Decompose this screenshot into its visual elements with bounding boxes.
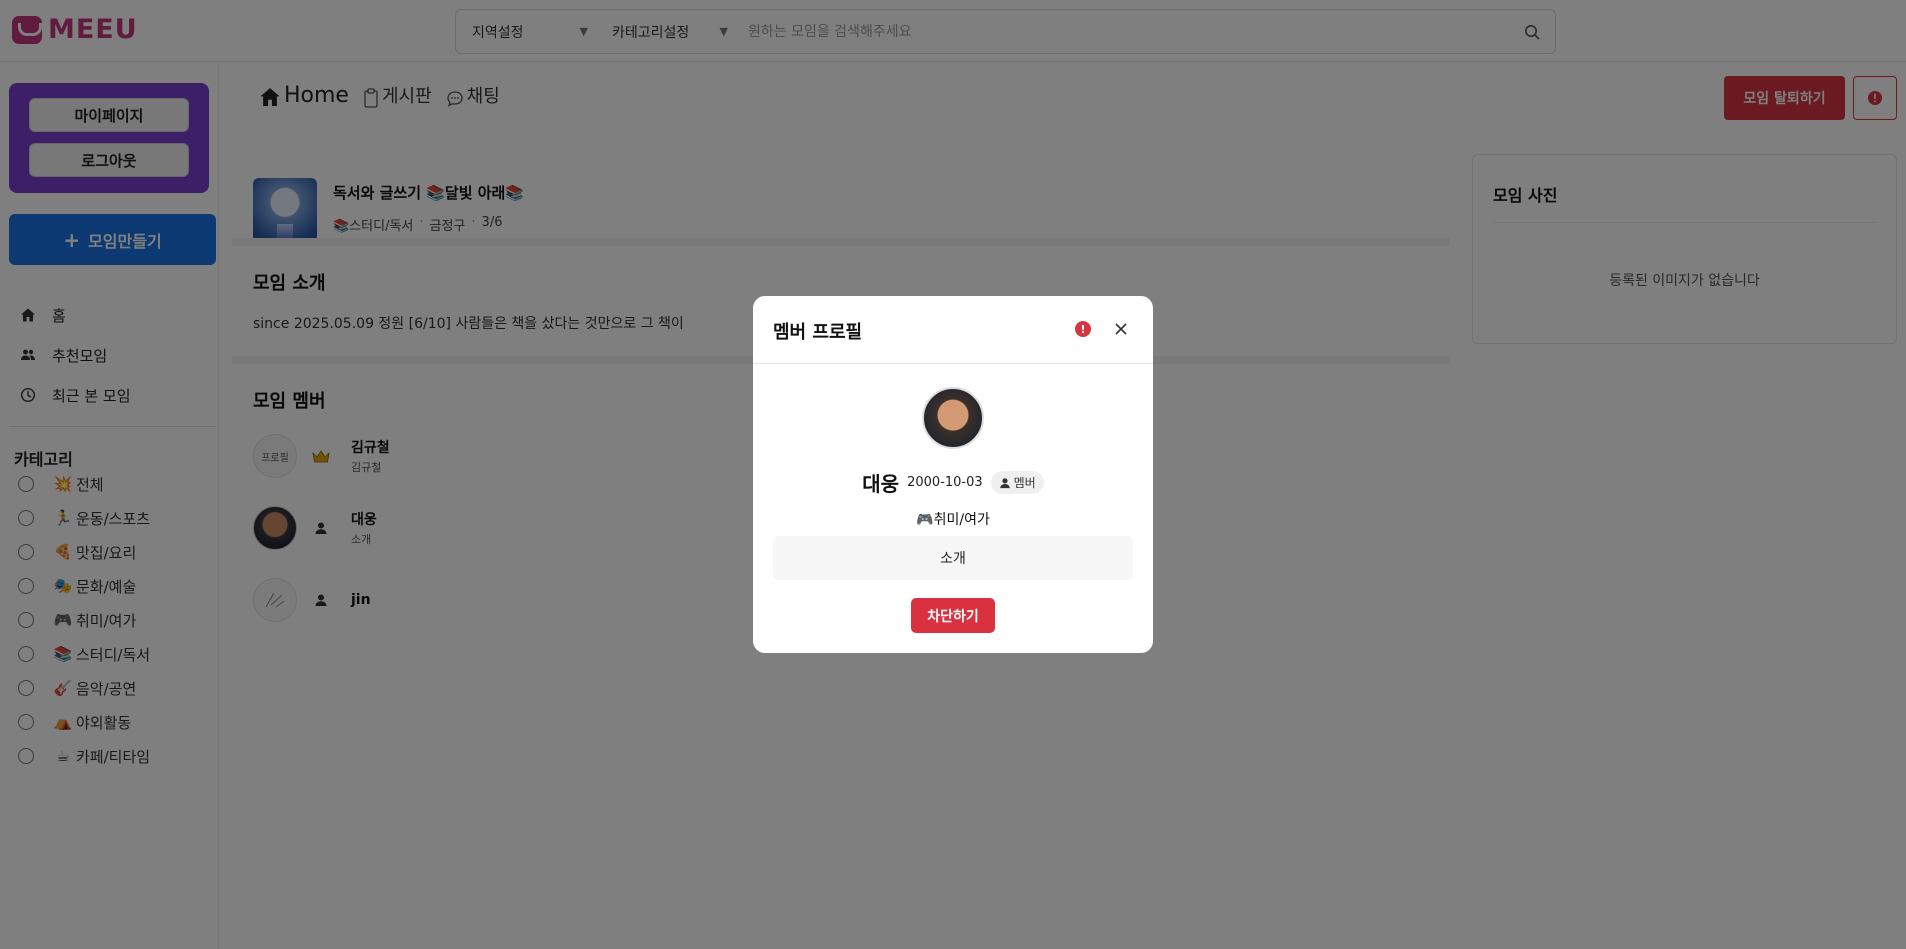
profile-name: 대웅	[862, 472, 900, 496]
block-button[interactable]: 차단하기	[911, 598, 995, 633]
role-label: 멤버	[1013, 476, 1036, 490]
profile-intro: 소개	[773, 536, 1133, 580]
report-icon[interactable]: !	[1075, 321, 1091, 337]
profile-category: 🎮취미/여가	[916, 512, 990, 528]
profile-summary: 대웅 2000-10-03 멤버	[753, 468, 1153, 497]
modal-title: 멤버 프로필	[773, 322, 863, 343]
member-icon	[999, 477, 1010, 488]
member-profile-modal: 멤버 프로필 ! 대웅 2000-10-03 멤버 🎮취미/여가 소개 차단하기	[753, 296, 1153, 653]
profile-birthdate: 2000-10-03	[907, 475, 983, 490]
modal-header: 멤버 프로필 !	[753, 296, 1153, 364]
role-badge: 멤버	[990, 471, 1044, 494]
close-icon[interactable]	[1111, 319, 1131, 339]
profile-avatar	[922, 387, 984, 449]
